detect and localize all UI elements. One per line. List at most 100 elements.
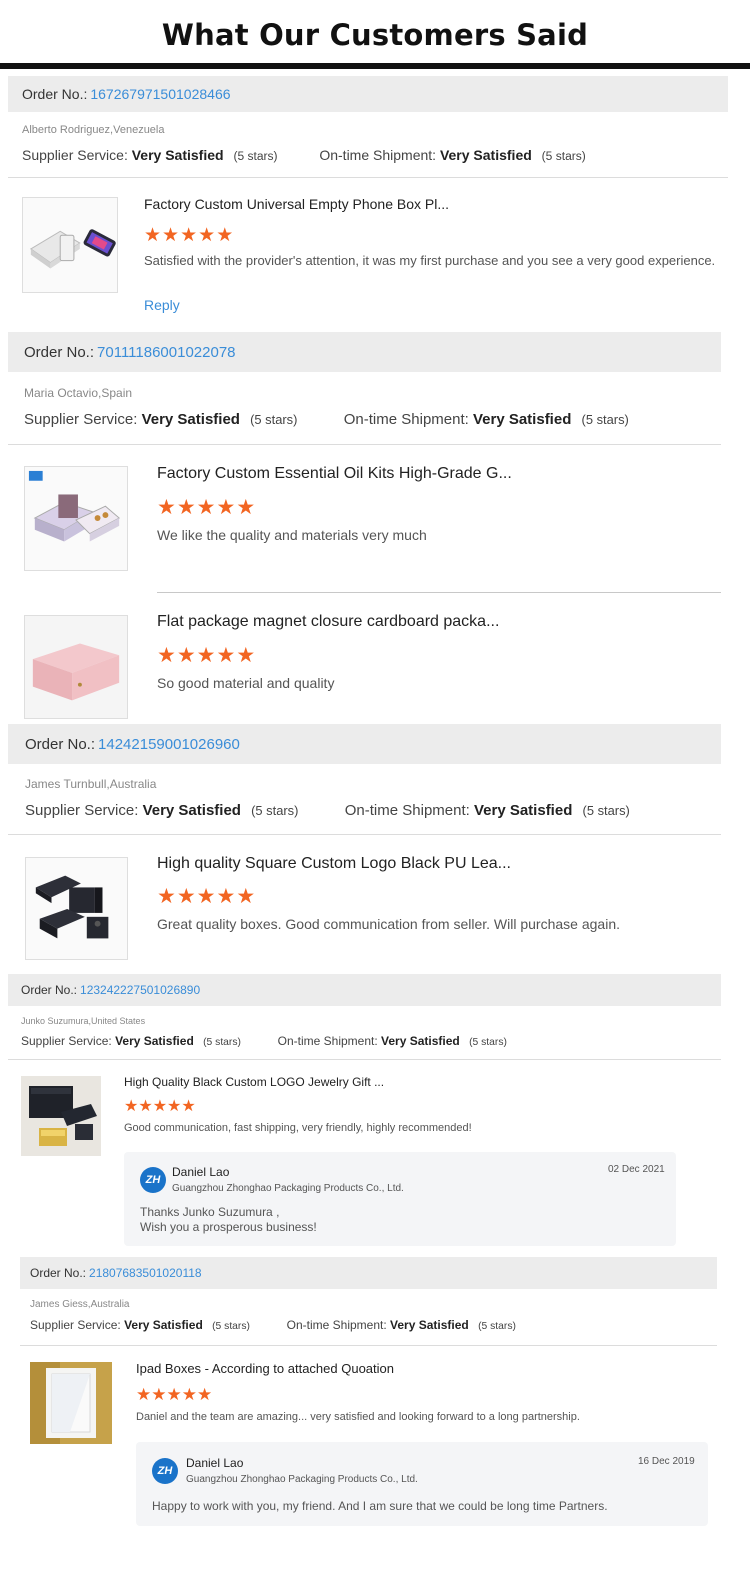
star-icon: ★ xyxy=(144,225,162,246)
star-rating: ★ ★ ★ ★ ★ xyxy=(157,645,255,666)
star-icon: ★ xyxy=(216,225,234,246)
star-icon: ★ xyxy=(181,1098,196,1115)
rating-summary: Supplier Service: Very Satisfied (5 star… xyxy=(21,1034,507,1048)
order-number-link[interactable]: 14242159001026960 xyxy=(98,736,240,753)
buyer-name: Junko Suzumura,United States xyxy=(21,1016,146,1026)
shipment-label: On-time Shipment: xyxy=(344,802,470,819)
shipment-label: On-time Shipment: xyxy=(277,1034,378,1048)
star-icon: ★ xyxy=(216,644,236,667)
order-bar: Order No.: 167267971501028466 xyxy=(8,76,728,112)
star-icon: ★ xyxy=(196,496,216,519)
supplier-service-label: Supplier Service: xyxy=(25,802,139,819)
ipad-box-image xyxy=(30,1362,112,1444)
product-title-link[interactable]: Ipad Boxes - According to attached Quoat… xyxy=(136,1361,394,1376)
star-icon: ★ xyxy=(176,885,196,908)
page-title: What Our Customers Said xyxy=(161,18,589,52)
reply-message: Thanks Junko Suzumura , Wish you a prosp… xyxy=(140,1205,317,1235)
product-title-link[interactable]: High quality Square Custom Logo Black PU… xyxy=(157,855,511,873)
review-text: Daniel and the team are amazing... very … xyxy=(136,1411,580,1423)
seller-reply: ZH Daniel Lao Guangzhou Zhonghao Packagi… xyxy=(136,1442,708,1526)
product-thumbnail[interactable] xyxy=(21,1076,101,1156)
star-icon: ★ xyxy=(152,1098,168,1115)
supplier-service-value: Very Satisfied xyxy=(142,802,241,819)
order-bar: Order No.: 70111186001022078 xyxy=(8,332,721,372)
star-icon: ★ xyxy=(138,1098,153,1115)
star-icon: ★ xyxy=(198,225,216,246)
order-label: Order No.: xyxy=(25,735,96,753)
order-number-link[interactable]: 70111186001022078 xyxy=(97,344,235,361)
star-rating: ★ ★ ★ ★ ★ xyxy=(157,497,255,518)
star-icon: ★ xyxy=(216,496,236,519)
star-icon: ★ xyxy=(181,1385,197,1404)
rating-summary: Supplier Service: Very Satisfied (5 star… xyxy=(25,802,630,819)
supplier-stars-note: (5 stars) xyxy=(251,803,299,818)
order-label: Order No.: xyxy=(21,983,78,997)
reply-line: Thanks Junko Suzumura , xyxy=(140,1205,280,1219)
shipment-label: On-time Shipment: xyxy=(343,411,469,428)
product-thumbnail[interactable] xyxy=(25,857,128,960)
seller-reply: ZH Daniel Lao Guangzhou Zhonghao Packagi… xyxy=(124,1152,676,1246)
section-divider xyxy=(8,444,721,445)
order-number-link[interactable]: 123242227501026890 xyxy=(80,983,200,997)
seller-avatar: ZH xyxy=(152,1458,178,1484)
star-icon: ★ xyxy=(196,644,216,667)
rating-summary: Supplier Service: Very Satisfied (5 star… xyxy=(22,147,586,163)
star-icon: ★ xyxy=(180,225,198,246)
pink-box-image xyxy=(25,616,127,718)
reply-line: Wish you a prosperous business! xyxy=(140,1220,317,1234)
star-rating: ★ ★ ★ ★ ★ xyxy=(124,1099,196,1115)
star-rating: ★ ★ ★ ★ ★ xyxy=(144,226,233,245)
review-text: We like the quality and materials very m… xyxy=(157,527,427,543)
star-icon: ★ xyxy=(157,644,176,667)
shipment-label: On-time Shipment: xyxy=(319,147,437,163)
product-title-link[interactable]: Factory Custom Essential Oil Kits High-G… xyxy=(157,465,512,483)
star-rating: ★ ★ ★ ★ ★ xyxy=(157,886,255,907)
star-icon: ★ xyxy=(136,1385,152,1404)
review-text: Great quality boxes. Good communication … xyxy=(157,916,620,932)
phone-box-image xyxy=(23,198,117,292)
star-icon: ★ xyxy=(236,885,256,908)
buyer-name: James Giess,Australia xyxy=(30,1299,130,1310)
product-thumbnail[interactable] xyxy=(30,1362,112,1444)
star-icon: ★ xyxy=(197,1385,213,1404)
shipment-value: Very Satisfied xyxy=(439,147,532,163)
supplier-service-value: Very Satisfied xyxy=(124,1318,203,1332)
order-bar: Order No.: 123242227501026890 xyxy=(8,974,721,1006)
rating-summary: Supplier Service: Very Satisfied (5 star… xyxy=(30,1318,516,1332)
buyer-name: Maria Octavio,Spain xyxy=(24,386,133,400)
shipment-value: Very Satisfied xyxy=(473,802,573,819)
reply-link[interactable]: Reply xyxy=(144,297,180,313)
shipment-stars-note: (5 stars) xyxy=(469,1037,507,1048)
jewelry-gift-box-image xyxy=(21,1076,101,1156)
supplier-stars-note: (5 stars) xyxy=(203,1037,241,1048)
review-text: Good communication, fast shipping, very … xyxy=(124,1122,472,1134)
essential-oil-kit-image xyxy=(25,467,127,570)
star-icon: ★ xyxy=(236,644,256,667)
order-number-link[interactable]: 21807683501020118 xyxy=(89,1266,202,1280)
product-divider xyxy=(157,592,721,593)
seller-avatar: ZH xyxy=(140,1167,166,1193)
product-thumbnail[interactable] xyxy=(22,197,118,293)
order-label: Order No.: xyxy=(24,343,95,361)
product-thumbnail[interactable] xyxy=(24,466,128,571)
order-label: Order No.: xyxy=(30,1266,87,1280)
product-thumbnail[interactable] xyxy=(24,615,128,719)
reply-message: Happy to work with you, my friend. And I… xyxy=(152,1499,608,1513)
star-icon: ★ xyxy=(176,496,196,519)
title-divider xyxy=(0,63,750,69)
seller-name: Daniel Lao xyxy=(172,1165,230,1179)
seller-name: Daniel Lao xyxy=(186,1456,244,1470)
supplier-service-label: Supplier Service: xyxy=(22,147,128,163)
supplier-service-value: Very Satisfied xyxy=(131,147,224,163)
product-title-link[interactable]: Factory Custom Universal Empty Phone Box… xyxy=(144,196,449,212)
review-text: So good material and quality xyxy=(157,675,335,691)
product-title-link[interactable]: Flat package magnet closure cardboard pa… xyxy=(157,613,499,631)
star-icon: ★ xyxy=(151,1385,167,1404)
order-number-link[interactable]: 167267971501028466 xyxy=(90,86,230,102)
section-divider xyxy=(8,1059,721,1060)
supplier-service-label: Supplier Service: xyxy=(30,1318,121,1332)
review-text: Satisfied with the provider's attention,… xyxy=(144,253,716,268)
shipment-label: On-time Shipment: xyxy=(286,1318,387,1332)
supplier-service-value: Very Satisfied xyxy=(141,411,240,428)
product-title-link[interactable]: High Quality Black Custom LOGO Jewelry G… xyxy=(124,1075,384,1089)
